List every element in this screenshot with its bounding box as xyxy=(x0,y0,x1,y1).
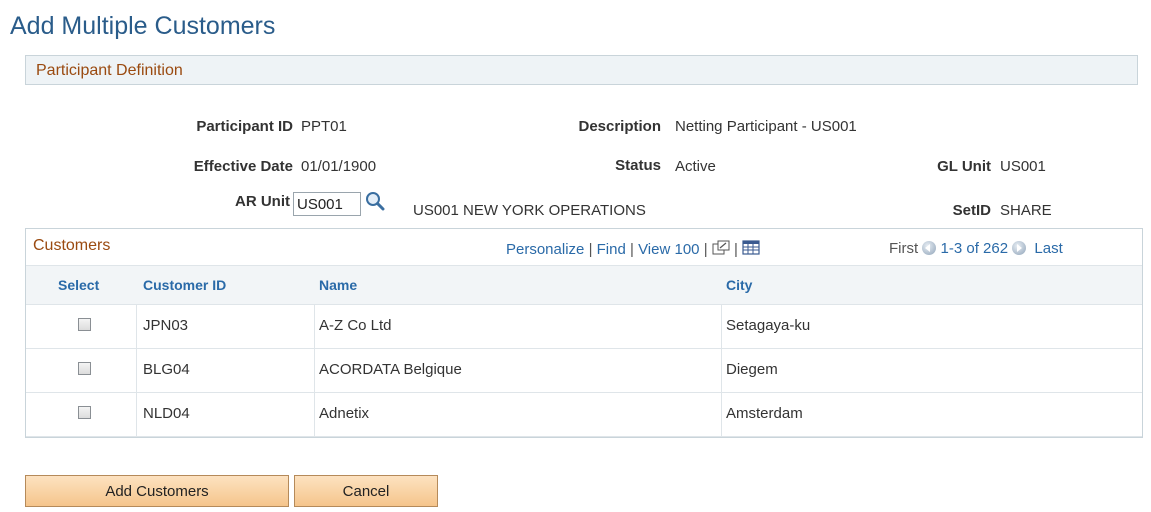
setid-label: SetID xyxy=(952,202,991,219)
prev-circle-icon[interactable] xyxy=(922,241,937,255)
gl-unit-label: GL Unit xyxy=(937,158,991,175)
cell-name: A-Z Co Ltd xyxy=(319,317,392,334)
column-divider xyxy=(721,305,722,437)
participant-id-label: Participant ID xyxy=(196,118,293,135)
cell-name: ACORDATA Belgique xyxy=(319,361,462,378)
cell-customer-id: NLD04 xyxy=(143,405,190,422)
status-label: Status xyxy=(615,157,661,174)
personalize-link[interactable]: Personalize xyxy=(506,241,584,258)
ar-unit-description: US001 NEW YORK OPERATIONS xyxy=(413,202,646,219)
ar-unit-label: AR Unit xyxy=(235,193,290,210)
magnifier-icon[interactable] xyxy=(364,190,386,212)
participant-definition-header: Participant Definition xyxy=(25,55,1138,85)
grid-title: Customers xyxy=(33,237,111,254)
add-customers-button[interactable]: Add Customers xyxy=(25,475,289,507)
view-100-link[interactable]: View 100 xyxy=(638,241,699,258)
first-label: First xyxy=(889,240,919,257)
pagination: First 1-3 of 262 Last xyxy=(889,240,1063,257)
cell-city: Amsterdam xyxy=(726,405,803,422)
cancel-button[interactable]: Cancel xyxy=(294,475,438,507)
status-value: Active xyxy=(675,158,716,175)
separator: | xyxy=(703,241,712,258)
separator: | xyxy=(733,241,743,258)
description-value: Netting Participant - US001 xyxy=(675,118,857,135)
grid-toolbar: Customers Personalize | Find | View 100 … xyxy=(26,229,1142,265)
select-checkbox[interactable] xyxy=(78,406,91,419)
description-label: Description xyxy=(578,118,661,135)
ar-unit-input[interactable] xyxy=(293,192,361,216)
cell-customer-id: BLG04 xyxy=(143,361,190,378)
participant-id-value: PPT01 xyxy=(301,118,347,135)
customers-grid: Customers Personalize | Find | View 100 … xyxy=(25,228,1143,438)
section-title: Participant Definition xyxy=(36,62,183,79)
new-window-icon[interactable] xyxy=(712,240,730,260)
grid-icon[interactable] xyxy=(742,240,760,260)
gl-unit-value: US001 xyxy=(1000,158,1046,175)
page-title: Add Multiple Customers xyxy=(10,12,276,40)
column-divider xyxy=(314,305,315,437)
select-checkbox[interactable] xyxy=(78,362,91,375)
select-checkbox[interactable] xyxy=(78,318,91,331)
effective-date-value: 01/01/1900 xyxy=(301,158,377,175)
column-divider xyxy=(136,305,137,437)
column-city[interactable]: City xyxy=(726,277,752,293)
cell-name: Adnetix xyxy=(319,405,370,422)
setid-value: SHARE xyxy=(1000,202,1052,219)
grid-links: Personalize | Find | View 100 | | xyxy=(506,240,760,260)
cell-city: Setagaya-ku xyxy=(726,317,811,334)
cell-customer-id: JPN03 xyxy=(143,317,189,334)
table-row: BLG04 ACORDATA Belgique Diegem xyxy=(26,349,1142,393)
column-name[interactable]: Name xyxy=(319,277,357,293)
table-row: JPN03 A-Z Co Ltd Setagaya-ku xyxy=(26,305,1142,349)
table-row: NLD04 Adnetix Amsterdam xyxy=(26,393,1142,437)
next-circle-icon[interactable] xyxy=(1012,241,1027,255)
grid-column-header: Select Customer ID Name City xyxy=(26,265,1142,305)
cell-city: Diegem xyxy=(726,361,778,378)
find-link[interactable]: Find xyxy=(597,241,626,258)
range-text: 1-3 of 262 xyxy=(940,240,1009,257)
column-select[interactable]: Select xyxy=(58,277,99,293)
effective-date-label: Effective Date xyxy=(193,158,293,175)
last-link[interactable]: Last xyxy=(1034,240,1062,257)
separator: | xyxy=(630,241,639,258)
separator: | xyxy=(588,241,597,258)
column-customer-id[interactable]: Customer ID xyxy=(143,277,226,293)
